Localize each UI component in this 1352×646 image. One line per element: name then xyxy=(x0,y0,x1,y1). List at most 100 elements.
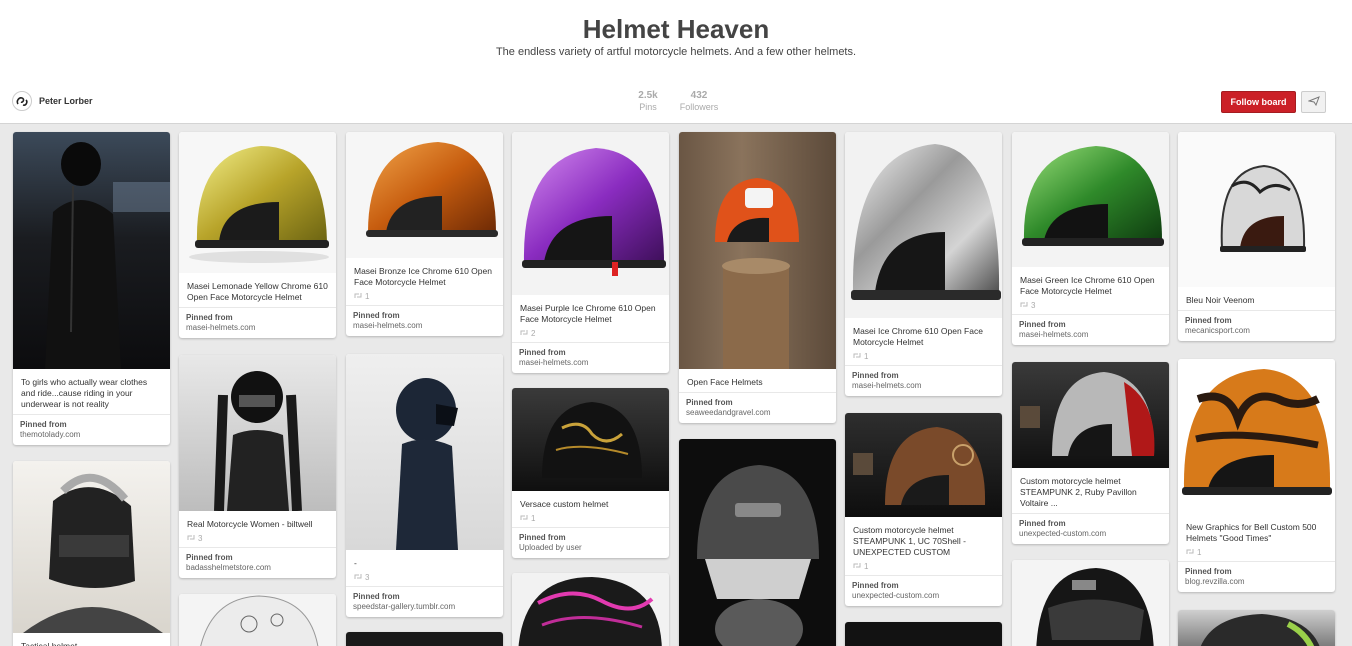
source-domain[interactable]: blog.revzilla.com xyxy=(1185,577,1328,586)
pin[interactable] xyxy=(845,622,1002,646)
repin-number: 1 xyxy=(365,292,370,301)
pin[interactable]: Masei Lemonade Yellow Chrome 610 Open Fa… xyxy=(179,132,336,338)
pin-source[interactable]: Pinned from Uploaded by user xyxy=(512,527,669,558)
pin-source[interactable]: Pinned from masei-helmets.com xyxy=(1012,314,1169,345)
repin-number: 1 xyxy=(1197,548,1202,557)
pin-image[interactable] xyxy=(512,573,669,646)
pin-image[interactable] xyxy=(346,632,503,646)
pin[interactable]: Bleu Noir Veenom Pinned from mecanicspor… xyxy=(1178,132,1335,341)
pin[interactable]: Versace custom helmet 1 Pinned from Uplo… xyxy=(512,388,669,558)
pin-image[interactable] xyxy=(512,388,669,491)
pin-source[interactable]: Pinned from masei-helmets.com xyxy=(512,342,669,373)
pin-description: Open Face Helmets xyxy=(687,377,763,387)
source-domain[interactable]: masei-helmets.com xyxy=(852,381,995,390)
source-domain[interactable]: themotolady.com xyxy=(20,430,163,439)
pin-image[interactable] xyxy=(1178,359,1335,514)
pin-image[interactable] xyxy=(179,132,336,273)
followers-count: 432 xyxy=(690,90,708,101)
pin[interactable]: Masei Purple Ice Chrome 610 Open Face Mo… xyxy=(512,132,669,373)
pin[interactable] xyxy=(179,594,336,646)
pin-image[interactable] xyxy=(679,439,836,646)
pin-source[interactable]: Pinned from masei-helmets.com xyxy=(845,365,1002,396)
source-domain[interactable]: speedstar-gallery.tumblr.com xyxy=(353,602,496,611)
board-title: Helmet Heaven xyxy=(582,14,770,44)
pin-image[interactable] xyxy=(1012,560,1169,646)
pinned-from-label: Pinned from xyxy=(186,313,233,322)
pin-source[interactable]: Pinned from blog.revzilla.com xyxy=(1178,561,1335,592)
pin[interactable] xyxy=(679,439,836,646)
pin[interactable]: Real Motorcycle Women - biltwell 3 Pinne… xyxy=(179,355,336,578)
pin-image[interactable] xyxy=(1178,132,1335,287)
followers-stat[interactable]: 432 Followers xyxy=(677,90,721,112)
pin-image[interactable] xyxy=(13,132,170,369)
pinned-from-label: Pinned from xyxy=(353,311,400,320)
pin[interactable]: - 3 Pinned from speedstar-gallery.tumblr… xyxy=(346,354,503,617)
pin[interactable]: Custom motorcycle helmet STEAMPUNK 2, Ru… xyxy=(1012,362,1169,544)
pin-image[interactable] xyxy=(179,594,336,646)
pin-source[interactable]: Pinned from badasshelmetstore.com xyxy=(179,547,336,578)
pin-source[interactable]: Pinned from mecanicsport.com xyxy=(1178,310,1335,341)
pin[interactable]: Masei Ice Chrome 610 Open Face Motorcycl… xyxy=(845,132,1002,396)
board-owner[interactable]: Peter Lorber xyxy=(12,91,93,111)
pin-image[interactable] xyxy=(1012,132,1169,267)
pinned-from-label: Pinned from xyxy=(852,371,899,380)
pin-image[interactable] xyxy=(13,461,170,633)
pin-description: Masei Purple Ice Chrome 610 Open Face Mo… xyxy=(520,303,656,324)
pin-description: Masei Bronze Ice Chrome 610 Open Face Mo… xyxy=(354,266,492,287)
pins-stat[interactable]: 2.5k Pins xyxy=(634,90,662,112)
repin-count: 3 xyxy=(1012,301,1169,314)
source-domain[interactable]: badasshelmetstore.com xyxy=(186,563,329,572)
source-domain[interactable]: masei-helmets.com xyxy=(519,358,662,367)
pin[interactable] xyxy=(512,573,669,646)
repin-icon xyxy=(520,514,528,523)
pin[interactable] xyxy=(1178,610,1335,646)
pin-source[interactable]: Pinned from unexpected-custom.com xyxy=(1012,513,1169,544)
repin-icon xyxy=(1186,548,1194,557)
pin-image[interactable] xyxy=(512,132,669,295)
pin[interactable]: Masei Bronze Ice Chrome 610 Open Face Mo… xyxy=(346,132,503,336)
repin-number: 1 xyxy=(531,514,536,523)
pin-image[interactable] xyxy=(1178,610,1335,646)
pinned-from-label: Pinned from xyxy=(852,581,899,590)
source-domain[interactable]: masei-helmets.com xyxy=(353,321,496,330)
owner-name[interactable]: Peter Lorber xyxy=(39,96,93,106)
pin[interactable]: Tactical helmet xyxy=(13,461,170,646)
source-domain[interactable]: masei-helmets.com xyxy=(186,323,329,332)
follow-board-button[interactable]: Follow board xyxy=(1221,91,1296,113)
uploaded-by-user[interactable]: Uploaded by user xyxy=(519,543,662,552)
pin-source[interactable]: Pinned from masei-helmets.com xyxy=(346,305,503,336)
pin[interactable]: Masei Green Ice Chrome 610 Open Face Mot… xyxy=(1012,132,1169,345)
pin-image[interactable] xyxy=(845,413,1002,517)
pin-source[interactable]: Pinned from seaweedandgravel.com xyxy=(679,392,836,423)
source-domain[interactable]: unexpected-custom.com xyxy=(852,591,995,600)
pin-image[interactable] xyxy=(179,355,336,511)
repin-icon xyxy=(187,534,195,543)
source-domain[interactable]: masei-helmets.com xyxy=(1019,330,1162,339)
pin[interactable]: To girls who actually wear clothes and r… xyxy=(13,132,170,445)
avatar[interactable] xyxy=(12,91,32,111)
pin-image[interactable] xyxy=(346,132,503,258)
send-button[interactable] xyxy=(1301,91,1326,113)
pin[interactable]: Open Face Helmets Pinned from seaweedand… xyxy=(679,132,836,423)
pin[interactable]: New Graphics for Bell Custom 500 Helmets… xyxy=(1178,359,1335,592)
pin-image[interactable] xyxy=(1012,362,1169,468)
pin[interactable] xyxy=(1012,560,1169,646)
source-domain[interactable]: unexpected-custom.com xyxy=(1019,529,1162,538)
pin-description: Versace custom helmet xyxy=(520,499,609,509)
pin[interactable] xyxy=(346,632,503,646)
source-domain[interactable]: seaweedandgravel.com xyxy=(686,408,829,417)
pin-source[interactable]: Pinned from masei-helmets.com xyxy=(179,307,336,338)
pin-image[interactable] xyxy=(845,622,1002,646)
board-description: The endless variety of artful motorcycle… xyxy=(495,46,857,58)
pin-source[interactable]: Pinned from speedstar-gallery.tumblr.com xyxy=(346,586,503,617)
repin-count: 1 xyxy=(1178,548,1335,561)
pin-source[interactable]: Pinned from unexpected-custom.com xyxy=(845,575,1002,606)
pin[interactable]: Custom motorcycle helmet STEAMPUNK 1, UC… xyxy=(845,413,1002,606)
pin-description: Custom motorcycle helmet STEAMPUNK 2, Ru… xyxy=(1020,476,1137,508)
repin-count: 1 xyxy=(845,562,1002,575)
source-domain[interactable]: mecanicsport.com xyxy=(1185,326,1328,335)
pin-image[interactable] xyxy=(346,354,503,550)
pin-image[interactable] xyxy=(679,132,836,369)
pin-image[interactable] xyxy=(845,132,1002,318)
pin-source[interactable]: Pinned from themotolady.com xyxy=(13,414,170,445)
